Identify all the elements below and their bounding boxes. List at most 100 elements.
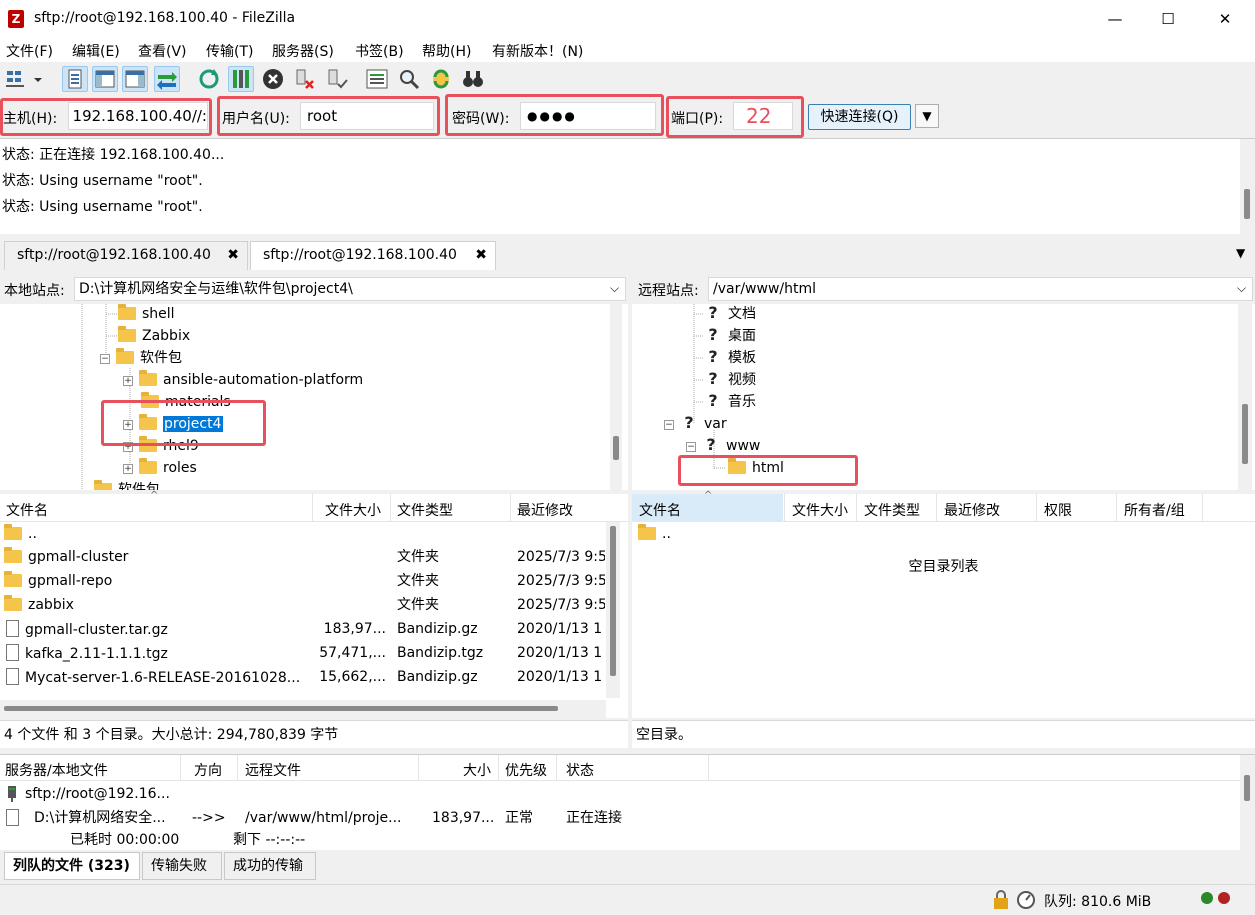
scroll-thumb[interactable] xyxy=(4,706,558,711)
collapse-icon[interactable]: − xyxy=(100,354,110,364)
scroll-thumb[interactable] xyxy=(613,436,619,460)
table-row[interactable]: gpmall-cluster.tar.gz 183,97... Bandizip… xyxy=(0,617,604,641)
collapse-icon[interactable]: − xyxy=(664,420,674,430)
toggle-local-tree-icon[interactable] xyxy=(92,66,118,92)
col-filetype[interactable]: 文件类型 xyxy=(864,500,920,520)
site-manager-icon[interactable] xyxy=(4,66,30,92)
tabs-dropdown-icon[interactable]: ▼ xyxy=(1236,246,1245,260)
expand-icon[interactable]: + xyxy=(123,376,133,386)
log-scrollbar[interactable] xyxy=(1240,139,1255,235)
local-path-input[interactable]: D:\计算机网络安全与运维\软件包\project4\ xyxy=(74,277,626,301)
tab-queued-files[interactable]: 列队的文件 (323) xyxy=(4,852,140,880)
quickconnect-dropdown-button[interactable]: ▼ xyxy=(915,104,939,128)
site-manager-dropdown-icon[interactable] xyxy=(30,66,46,92)
tab-successful-transfers[interactable]: 成功的传输 xyxy=(224,852,316,880)
tab-connection-1[interactable]: sftp://root@192.168.100.40 ✖ xyxy=(4,241,248,270)
col-filename[interactable]: 文件名 xyxy=(639,500,681,520)
search-icon[interactable] xyxy=(396,66,422,92)
tree-folder-software[interactable]: − 软件包 xyxy=(100,348,182,368)
col-modified[interactable]: 最近修改 xyxy=(944,500,1000,520)
tree-folder-var[interactable]: −? var xyxy=(664,414,727,434)
queue-scrollbar[interactable] xyxy=(1240,755,1255,851)
scroll-thumb[interactable] xyxy=(1244,775,1250,801)
tree-folder-ansible[interactable]: + ansible-automation-platform xyxy=(123,370,363,390)
queue-server-row[interactable]: sftp://root@192.16... xyxy=(0,782,1240,806)
col-priority[interactable]: 优先级 xyxy=(505,760,547,780)
menu-new-version[interactable]: 有新版本！(N) xyxy=(492,41,583,61)
local-directory-tree[interactable]: shell Zabbix − 软件包 + ansible-automation-pl… xyxy=(0,304,628,490)
col-filetype[interactable]: 文件类型 xyxy=(397,500,453,520)
tab-close-icon[interactable]: ✖ xyxy=(475,242,487,269)
remote-tree-scrollbar[interactable] xyxy=(1238,304,1252,490)
local-list-scrollbar[interactable] xyxy=(606,522,620,698)
col-size[interactable]: 大小 xyxy=(463,760,491,780)
expand-icon[interactable]: + xyxy=(123,464,133,474)
tab-connection-2[interactable]: sftp://root@192.168.100.40 ✖ xyxy=(250,241,496,270)
tree-folder-zabbix[interactable]: Zabbix xyxy=(118,326,190,346)
chevron-down-icon[interactable]: ⌵ xyxy=(1237,281,1246,296)
disconnect-icon[interactable] xyxy=(292,66,318,92)
menu-server[interactable]: 服务器(S) xyxy=(272,41,334,61)
message-log[interactable]: 状态: 正在连接 192.168.100.40... 状态: Using use… xyxy=(0,138,1255,235)
col-owner-group[interactable]: 所有者/组 xyxy=(1124,500,1185,520)
scroll-thumb[interactable] xyxy=(1242,404,1248,464)
tree-folder-www[interactable]: −? www xyxy=(686,436,760,456)
col-direction[interactable]: 方向 xyxy=(194,760,222,780)
scroll-thumb[interactable] xyxy=(610,526,616,676)
table-row[interactable]: Mycat-server-1.6-RELEASE-20161028... 15,… xyxy=(0,665,604,689)
tree-folder-software-2[interactable]: 软件包 xyxy=(94,480,160,490)
remote-path-input[interactable]: /var/www/html xyxy=(708,277,1253,301)
local-tree-scrollbar[interactable] xyxy=(610,304,622,490)
menu-view[interactable]: 查看(V) xyxy=(138,41,187,61)
table-row[interactable]: gpmall-cluster 文件夹 2025/7/3 9:5 xyxy=(0,545,605,569)
table-row[interactable]: kafka_2.11-1.1.1.tgz 57,471,... Bandizip… xyxy=(0,641,604,665)
tree-folder-desktop[interactable]: ? 桌面 xyxy=(704,326,756,346)
toggle-transfer-queue-icon[interactable] xyxy=(154,66,180,92)
collapse-icon[interactable]: − xyxy=(686,442,696,452)
transfer-queue[interactable]: 服务器/本地文件 方向 远程文件 大小 优先级 状态 sftp://root@1… xyxy=(0,754,1255,851)
tree-folder-shell[interactable]: shell xyxy=(118,304,175,324)
remote-file-list[interactable]: .. 空目录列表 xyxy=(632,522,1255,718)
table-row[interactable]: .. xyxy=(632,522,1232,546)
minimize-button[interactable]: — xyxy=(1090,0,1140,38)
menu-file[interactable]: 文件(F) xyxy=(6,41,53,61)
toggle-remote-tree-icon[interactable] xyxy=(122,66,148,92)
tree-folder-documents[interactable]: ? 文档 xyxy=(704,304,756,324)
col-filename[interactable]: 文件名 xyxy=(6,500,48,520)
tree-folder-templates[interactable]: ? 模板 xyxy=(704,348,756,368)
col-filesize[interactable]: 文件大小 xyxy=(325,500,381,520)
tab-failed-transfers[interactable]: 传输失败 xyxy=(142,852,222,880)
reconnect-icon[interactable] xyxy=(324,66,350,92)
tab-close-icon[interactable]: ✖ xyxy=(227,242,239,269)
queue-transfer-row[interactable]: D:\计算机网络安全... -->> /var/www/html/proje..… xyxy=(0,806,1240,830)
menu-transfer[interactable]: 传输(T) xyxy=(206,41,253,61)
table-row[interactable]: .. xyxy=(0,522,604,546)
refresh-icon[interactable] xyxy=(196,66,222,92)
quickconnect-button[interactable]: 快速连接(Q) xyxy=(808,104,911,130)
tree-folder-videos[interactable]: ? 视频 xyxy=(704,370,756,390)
col-server-local-file[interactable]: 服务器/本地文件 xyxy=(5,760,108,780)
local-file-list[interactable]: .. gpmall-cluster 文件夹 2025/7/3 9:5 gpmal… xyxy=(0,522,628,718)
close-window-button[interactable]: ✕ xyxy=(1200,0,1250,38)
synchronized-browsing-icon[interactable] xyxy=(428,66,454,92)
speed-limit-icon[interactable] xyxy=(1016,890,1036,914)
chevron-down-icon[interactable]: ⌵ xyxy=(610,281,619,296)
col-modified[interactable]: 最近修改 xyxy=(517,500,573,520)
tree-folder-music[interactable]: ? 音乐 xyxy=(704,392,756,412)
directory-listing-filters-icon[interactable] xyxy=(364,66,390,92)
menu-help[interactable]: 帮助(H) xyxy=(422,41,471,61)
table-row[interactable]: gpmall-repo 文件夹 2025/7/3 9:5 xyxy=(0,569,605,593)
table-row[interactable]: zabbix 文件夹 2025/7/3 9:5 xyxy=(0,593,605,617)
toggle-message-log-icon[interactable] xyxy=(62,66,88,92)
menu-bookmarks[interactable]: 书签(B) xyxy=(355,41,404,61)
find-files-binoculars-icon[interactable] xyxy=(460,66,486,92)
maximize-button[interactable]: ☐ xyxy=(1143,0,1193,38)
tree-folder-roles[interactable]: + roles xyxy=(123,458,197,478)
log-scroll-thumb[interactable] xyxy=(1244,189,1250,219)
cancel-operation-icon[interactable] xyxy=(260,66,286,92)
col-filesize[interactable]: 文件大小 xyxy=(792,500,848,520)
menu-edit[interactable]: 编辑(E) xyxy=(72,41,120,61)
local-list-hscrollbar[interactable] xyxy=(0,700,606,718)
col-status[interactable]: 状态 xyxy=(566,760,594,780)
process-queue-icon[interactable] xyxy=(228,66,254,92)
